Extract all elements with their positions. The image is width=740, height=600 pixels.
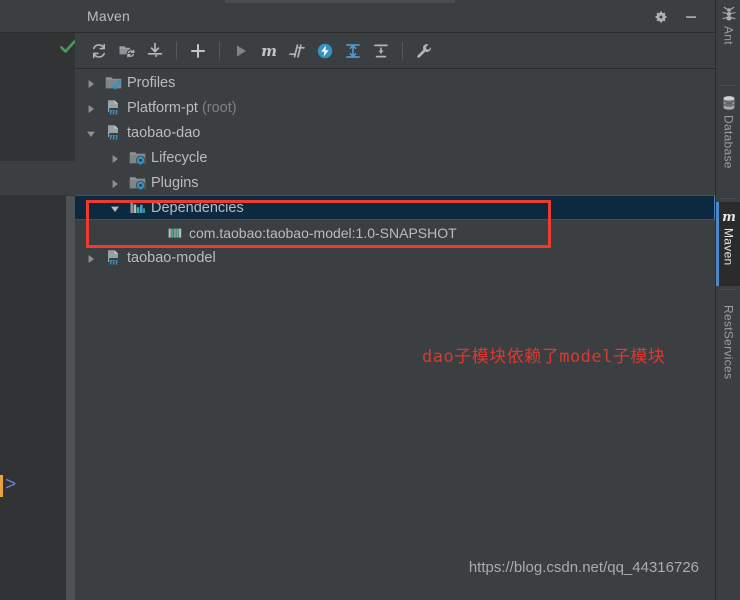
maven-module-icon: m: [105, 99, 122, 118]
run-button[interactable]: [227, 37, 255, 65]
watermark-text: https://blog.csdn.net/qq_44316726: [468, 559, 699, 576]
tree-item-label: Platform-pt (root): [127, 99, 237, 116]
tab-maven[interactable]: m Maven: [716, 202, 740, 286]
maven-settings-button[interactable]: [410, 37, 438, 65]
maven-toolbar: m: [75, 33, 715, 69]
tab-separator: [719, 85, 737, 86]
editor-tab-bar: [0, 0, 75, 33]
ant-icon: [721, 6, 737, 22]
chevron-right-icon[interactable]: [85, 252, 97, 264]
svg-text:m: m: [261, 42, 277, 60]
maven-window-title: Maven: [87, 8, 131, 24]
chevron-right-icon[interactable]: [109, 152, 121, 164]
toolbar-separator-3: [402, 41, 403, 60]
svg-text:m: m: [109, 133, 118, 141]
tree-item-taobao-model[interactable]: m taobao-model: [75, 245, 715, 270]
tree-item-taobao-dao[interactable]: m taobao-dao: [75, 120, 715, 145]
phase-folder-icon: [129, 149, 146, 166]
svg-text:m: m: [722, 210, 736, 224]
tab-separator-3: [719, 289, 737, 290]
tab-label: Maven: [721, 228, 736, 266]
maven-projects-tree[interactable]: Profiles m Platform-pt (root) m taobao-d…: [75, 70, 715, 600]
tree-item-platform-pt[interactable]: m Platform-pt (root): [75, 95, 715, 120]
tree-item-label: Plugins: [151, 174, 199, 191]
phase-folder-icon: [129, 174, 146, 191]
tab-restservices[interactable]: RestServices: [716, 293, 740, 393]
titlebar-accent-strip: [225, 0, 455, 3]
toggle-skip-tests-button[interactable]: [283, 37, 311, 65]
tree-item-profiles[interactable]: Profiles: [75, 70, 715, 95]
maven-titlebar: Maven: [75, 0, 715, 33]
gutter-change-bar: [0, 475, 3, 497]
download-sources-button[interactable]: [141, 37, 169, 65]
gutter-marker[interactable]: >: [0, 474, 20, 497]
expand-all-button[interactable]: [339, 37, 367, 65]
tab-ant[interactable]: Ant: [716, 0, 740, 82]
collapse-all-button[interactable]: [367, 37, 395, 65]
tree-item-label: taobao-dao: [127, 124, 201, 141]
minimize-icon[interactable]: [683, 9, 699, 25]
tree-item-plugins[interactable]: Plugins: [75, 170, 715, 195]
profiles-icon: [105, 74, 122, 91]
tree-item-label: com.taobao:taobao-model:1.0-SNAPSHOT: [189, 224, 457, 241]
tree-item-lifecycle[interactable]: Lifecycle: [75, 145, 715, 170]
maven-module-icon: m: [105, 249, 122, 268]
tab-label: Database: [721, 115, 736, 169]
tree-item-dependency-taobao-model[interactable]: com.taobao:taobao-model:1.0-SNAPSHOT: [75, 220, 715, 245]
dependencies-icon: [129, 199, 146, 216]
maven-tool-window: Maven m Profiles m Platform-pt (root) m …: [75, 0, 715, 600]
reimport-button[interactable]: [85, 37, 113, 65]
chevron-down-icon[interactable]: [109, 202, 121, 214]
execute-goal-button[interactable]: m: [255, 37, 283, 65]
svg-text:m: m: [109, 108, 118, 116]
tree-item-dependencies[interactable]: Dependencies: [75, 195, 715, 220]
generate-sources-button[interactable]: [113, 37, 141, 65]
toggle-offline-button[interactable]: [311, 37, 339, 65]
annotation-note: dao子模块依赖了model子模块: [422, 347, 666, 367]
tab-separator-2: [719, 198, 737, 199]
chevron-right-icon[interactable]: [85, 77, 97, 89]
idea-window: > Maven m Profiles m Platform-pt (root) …: [0, 0, 740, 600]
library-icon: [167, 224, 184, 241]
tree-item-label: Profiles: [127, 74, 176, 91]
gear-icon[interactable]: [653, 9, 669, 25]
tree-item-label: Lifecycle: [151, 149, 208, 166]
chevron-right-icon[interactable]: [109, 177, 121, 189]
tab-label: Ant: [721, 26, 736, 45]
tab-label: RestServices: [721, 305, 736, 380]
tree-item-label: taobao-model: [127, 249, 216, 266]
inspection-ok-icon[interactable]: [60, 40, 76, 54]
chevron-down-icon[interactable]: [85, 127, 97, 139]
chevron-right-icon[interactable]: [85, 102, 97, 114]
titlebar-actions: [653, 9, 699, 25]
toolbar-separator: [176, 41, 177, 60]
add-maven-project-button[interactable]: [184, 37, 212, 65]
gutter-caret-glyph: >: [5, 474, 17, 496]
editor-strip: >: [0, 0, 76, 600]
toolbar-separator-2: [219, 41, 220, 60]
tree-item-label: Dependencies: [151, 199, 244, 216]
svg-text:m: m: [109, 258, 118, 266]
maven-module-icon: m: [105, 124, 122, 143]
editor-strip-band: [0, 161, 75, 195]
maven-m-icon: m: [721, 208, 737, 225]
database-icon: [721, 95, 737, 111]
tab-database[interactable]: Database: [716, 89, 740, 195]
editor-scrollbar[interactable]: [66, 196, 75, 600]
right-tool-window-bar: Ant Database m Maven RestServices: [715, 0, 740, 600]
